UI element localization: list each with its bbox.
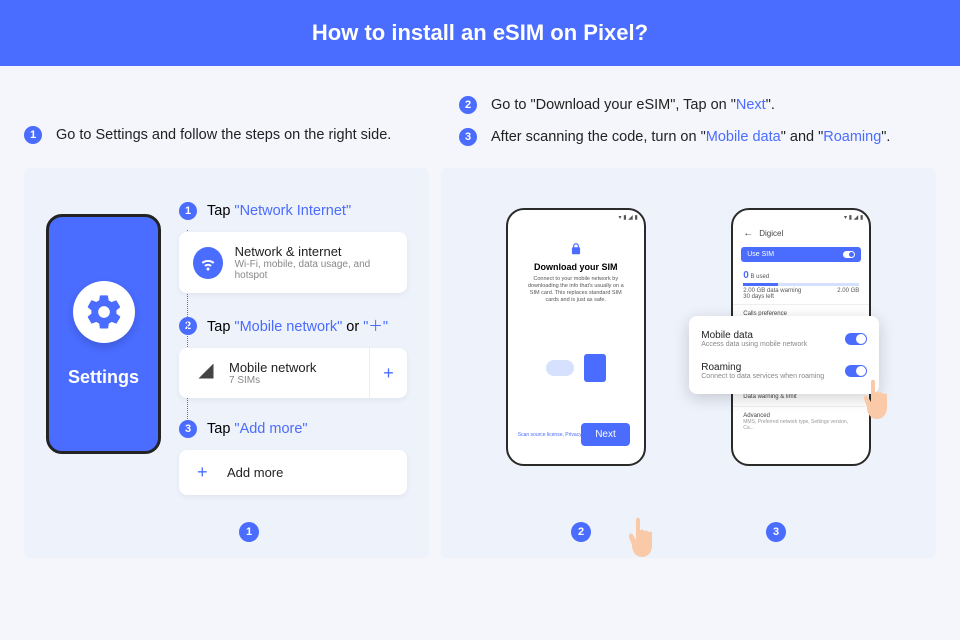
- wifi-icon: [193, 247, 223, 279]
- sim-card-icon: [584, 354, 606, 382]
- substep-2-badge: 2: [179, 317, 197, 335]
- instruction-2: Go to "Download your eSIM", Tap on "Next…: [491, 97, 775, 113]
- carrier-topbar: ← Digicel: [733, 224, 869, 243]
- mobile-network-card[interactable]: Mobile network 7 SIMs +: [179, 348, 407, 398]
- instructions-row: 1 Go to Settings and follow the steps on…: [0, 66, 960, 160]
- toggle-on-icon: [843, 251, 855, 258]
- download-sub: Connect to your mobile network by downlo…: [520, 276, 632, 305]
- advanced-row[interactable]: Advanced MMS, Preferred network type, Se…: [733, 407, 869, 437]
- settings-label: Settings: [68, 367, 139, 388]
- substep-1-badge: 1: [179, 202, 197, 220]
- hand-pointer-icon: [622, 512, 662, 558]
- plus-icon[interactable]: +: [369, 348, 407, 398]
- panel-3-badge: 3: [766, 522, 786, 542]
- hand-pointer-icon: [857, 374, 897, 420]
- status-bar: ▾ ▮ ◢ ▮: [733, 210, 869, 224]
- page-header: How to install an eSIM on Pixel?: [0, 0, 960, 66]
- mobile-data-toggle-row[interactable]: Mobile data Access data using mobile net…: [701, 326, 867, 352]
- substep-3-badge: 3: [179, 420, 197, 438]
- mobile-data-popup: Mobile data Access data using mobile net…: [689, 316, 879, 394]
- instruction-1: Go to Settings and follow the steps on t…: [56, 127, 391, 143]
- status-bar: ▾ ▮ ◢ ▮: [508, 210, 644, 224]
- step-1-badge: 1: [24, 126, 42, 144]
- substep-2: 2 Tap "Mobile network" or "＋" Mobile net…: [179, 315, 407, 398]
- back-arrow-icon[interactable]: ←: [743, 228, 753, 239]
- right-panel: ▾ ▮ ◢ ▮ Download your SIM Connect to you…: [441, 168, 936, 558]
- step-2-badge: 2: [459, 96, 477, 114]
- substep-1: 1 Tap "Network Internet" Network & inter…: [179, 202, 407, 293]
- next-button[interactable]: Next: [581, 423, 630, 446]
- plus-add-icon: +: [197, 462, 213, 483]
- signal-icon: [197, 362, 215, 385]
- phone-settings: Settings: [46, 214, 161, 454]
- add-more-card[interactable]: + Add more: [179, 450, 407, 495]
- sim-illustration: [520, 345, 632, 391]
- panel-2-badge: 2: [571, 522, 591, 542]
- header-title: How to install an eSIM on Pixel?: [312, 20, 648, 46]
- panel-1-badge: 1: [239, 522, 259, 542]
- data-usage-block: 0 B used 2.00 GB data warning 2.00 GB 30…: [733, 266, 869, 305]
- use-sim-toggle[interactable]: Use SIM: [741, 247, 861, 262]
- instruction-3: After scanning the code, turn on "Mobile…: [491, 129, 890, 145]
- scan-source-link[interactable]: Scan source license, Privacy poli: [518, 432, 591, 438]
- step-3-badge: 3: [459, 128, 477, 146]
- cloud-icon: [546, 360, 574, 376]
- network-internet-card[interactable]: Network & internet Wi-Fi, mobile, data u…: [179, 232, 407, 293]
- roaming-toggle-row[interactable]: Roaming Connect to data services when ro…: [701, 358, 867, 384]
- substep-3: 3 Tap "Add more" + Add more: [179, 420, 407, 495]
- download-title: Download your SIM: [520, 262, 632, 272]
- phone-download-sim: ▾ ▮ ◢ ▮ Download your SIM Connect to you…: [506, 208, 646, 466]
- lock-icon: [569, 242, 583, 256]
- gear-icon: [73, 281, 135, 343]
- toggle-on-icon[interactable]: [845, 333, 867, 345]
- left-panel: Settings 1 Tap "Network Internet" Networ…: [24, 168, 429, 558]
- panels-row: Settings 1 Tap "Network Internet" Networ…: [0, 160, 960, 558]
